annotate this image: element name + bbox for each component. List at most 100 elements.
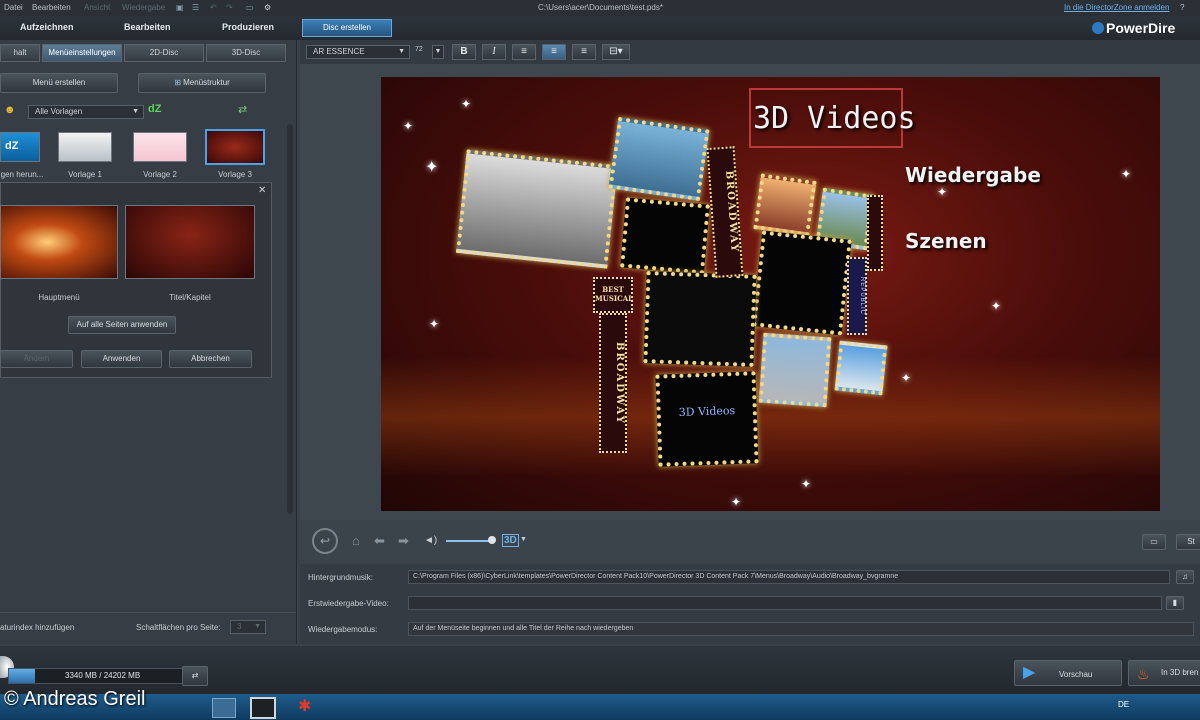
download-templates-icon[interactable]: ⇄: [238, 103, 247, 116]
video-settings-button[interactable]: ▮: [1166, 596, 1184, 610]
burn-3d-button[interactable]: ♨ In 3D bren: [1128, 660, 1200, 686]
menu-thumb-9[interactable]: [834, 340, 888, 396]
return-icon[interactable]: ↩: [312, 528, 338, 554]
monitor-icon[interactable]: ▭: [246, 3, 254, 12]
font-size-dropdown[interactable]: ▼: [432, 45, 444, 59]
stop-button[interactable]: St: [1176, 534, 1200, 550]
3d-mode-toggle[interactable]: 3D: [502, 534, 519, 547]
close-icon[interactable]: ✕: [258, 185, 266, 196]
menu-thumb-2[interactable]: [608, 116, 710, 202]
play-mode-label: Wiedergabemodus:: [308, 625, 378, 634]
preview-button[interactable]: ▶ Vorschau: [1014, 660, 1122, 686]
mode-disc[interactable]: Disc erstellen: [302, 19, 392, 37]
templates-dropdown[interactable]: Alle Vorlagen ▼: [28, 105, 144, 119]
italic-button[interactable]: I: [482, 44, 506, 60]
arrow-left-icon[interactable]: ⬅: [374, 533, 385, 549]
arrow-right-icon[interactable]: ➡: [398, 533, 409, 549]
popup-thumb-titles[interactable]: [125, 205, 255, 279]
menu-thumb-3[interactable]: [620, 197, 710, 275]
apply-all-pages-button[interactable]: Auf alle Seiten anwenden: [68, 316, 176, 334]
template-thumb-3[interactable]: [205, 129, 265, 165]
disc-usage-bar: 3340 MB / 24202 MB: [8, 668, 200, 684]
sparkle-icon: ✦: [937, 185, 948, 199]
tab-content[interactable]: halt: [0, 44, 40, 62]
taskbar-app-icon[interactable]: ✱: [298, 696, 311, 716]
menu-preview[interactable]: ✦ ✦ ✦ ✦ ✦ ✦ ✦ ✦ ✦ ✦ 3D Videos BROADWAY B…: [381, 77, 1160, 511]
mode-capture[interactable]: Aufzeichnen: [20, 22, 74, 32]
flame-icon: ♨: [1137, 666, 1150, 682]
first-play-video-field[interactable]: [408, 596, 1162, 610]
disc-usage-fill: [9, 669, 36, 683]
template-thumb-1[interactable]: [58, 132, 112, 162]
menu-thumb-7[interactable]: [643, 271, 757, 367]
cancel-button[interactable]: Abbrechen: [169, 350, 252, 368]
popup-thumb-main-menu[interactable]: [0, 205, 118, 279]
bold-button[interactable]: B: [452, 44, 476, 60]
monitor-toggle-button[interactable]: ▭: [1142, 534, 1166, 550]
directorzone-link[interactable]: In die DirectorZone anmelden: [1064, 3, 1169, 12]
save-icon[interactable]: ▣: [176, 3, 184, 12]
bg-music-field[interactable]: C:\Program Files (x86)\CyberLink\templat…: [408, 570, 1170, 584]
menu-file[interactable]: Datei: [4, 3, 23, 12]
font-size-value[interactable]: 72: [415, 46, 423, 53]
template-scrollbar[interactable]: [287, 124, 293, 514]
change-button[interactable]: Ändern: [0, 350, 73, 368]
tab-3d-disc[interactable]: 3D-Disc: [206, 44, 286, 62]
menu-view[interactable]: Ansicht: [84, 3, 110, 12]
layout-dropdown-button[interactable]: ⊟▾: [602, 44, 630, 60]
align-center-button[interactable]: ≡: [542, 44, 566, 60]
sparkle-icon: ✦: [429, 317, 440, 331]
menu-thumb-6[interactable]: [752, 230, 852, 336]
taskbar-powerdirector-icon[interactable]: [250, 697, 276, 719]
user-icon[interactable]: ☻: [4, 104, 16, 116]
mode-edit[interactable]: Bearbeiten: [124, 22, 171, 32]
menu-button-scenes[interactable]: Szenen: [905, 229, 987, 253]
font-dropdown[interactable]: AR ESSENCE ▼: [306, 45, 410, 59]
copyright-caption: © Andreas Greil: [4, 688, 146, 710]
align-right-button[interactable]: ≡: [572, 44, 596, 60]
menu-edit[interactable]: Bearbeiten: [32, 3, 71, 12]
apply-button[interactable]: Anwenden: [81, 350, 162, 368]
mode-row: Aufzeichnen Bearbeiten Produzieren: [0, 16, 1200, 40]
volume-slider[interactable]: [446, 540, 492, 542]
menu-thumb-8[interactable]: [758, 332, 832, 408]
music-settings-button[interactable]: ♫: [1176, 570, 1194, 584]
menu-thumb-1[interactable]: [455, 149, 619, 269]
gear-icon[interactable]: ⚙: [264, 3, 271, 12]
template-thumb-download[interactable]: dZ: [0, 132, 40, 162]
menu-thumb-4[interactable]: [753, 173, 817, 237]
align-center-icon: ≡: [551, 46, 557, 57]
monitor-icon: ▭: [1150, 537, 1158, 546]
taskbar-folder-icon[interactable]: [212, 698, 236, 718]
video-icon: ▮: [1172, 598, 1178, 607]
bg-music-label: Hintergrundmusik:: [308, 573, 373, 582]
language-indicator[interactable]: DE: [1118, 700, 1129, 709]
volume-slider-handle[interactable]: [488, 536, 496, 544]
volume-icon[interactable]: ◄): [424, 535, 437, 546]
tab-menu-settings[interactable]: Menüeinstellungen: [42, 44, 122, 62]
swap-disc-button[interactable]: ⇄: [182, 666, 208, 686]
undo-icon[interactable]: ↶: [210, 3, 217, 12]
play-mode-field[interactable]: Auf der Menüseite beginnen und alle Tite…: [408, 622, 1194, 636]
help-icon[interactable]: ?: [1180, 3, 1184, 12]
tab-2d-disc[interactable]: 2D-Disc: [124, 44, 204, 62]
align-left-button[interactable]: ≡: [512, 44, 536, 60]
template-thumb-2[interactable]: [133, 132, 187, 162]
redo-icon[interactable]: ↷: [226, 3, 233, 12]
broadway-sign-2: BROADWAY: [599, 313, 627, 453]
create-menu-button[interactable]: Menü erstellen: [0, 73, 118, 93]
chevron-down-icon[interactable]: ▼: [520, 536, 527, 543]
buttons-per-page-dropdown[interactable]: 3 ▼: [230, 620, 266, 634]
menu-button-play[interactable]: Wiedergabe: [905, 163, 1041, 187]
broadway-sign-1: BROADWAY: [706, 146, 744, 278]
home-icon[interactable]: ⌂: [352, 533, 360, 548]
add-chapter-index-label[interactable]: aturindex hinzufügen: [0, 623, 74, 632]
menu-playback[interactable]: Wiedergabe: [122, 3, 165, 12]
play-icon: ▶: [1023, 664, 1036, 681]
menu-thumb-3d-videos[interactable]: 3D Videos: [655, 371, 759, 467]
directorzone-icon[interactable]: dZ: [148, 103, 161, 115]
list-icon[interactable]: ☰: [192, 3, 199, 12]
mode-produce[interactable]: Produzieren: [222, 22, 274, 32]
menu-structure-button[interactable]: ⊞ Menüstruktur: [138, 73, 266, 93]
menu-title-text[interactable]: 3D Videos: [753, 101, 916, 136]
